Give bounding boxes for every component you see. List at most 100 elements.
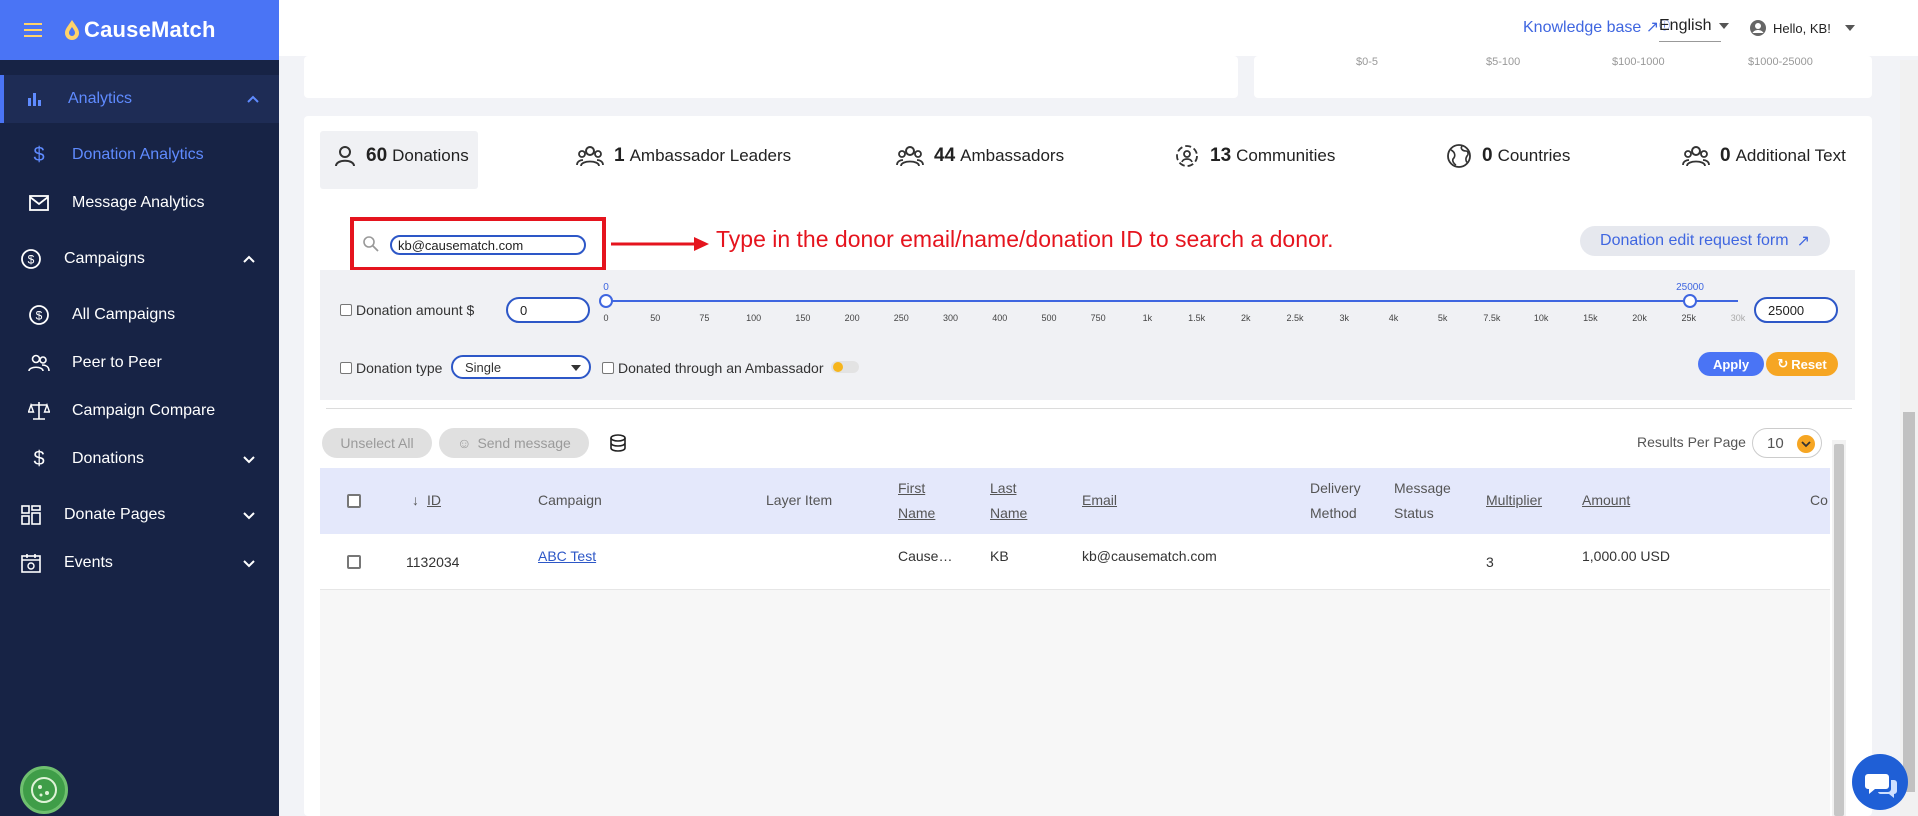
cell-id: 1132034 xyxy=(406,554,460,570)
row-checkbox[interactable] xyxy=(347,555,361,569)
stat-value: 60 xyxy=(366,145,388,166)
language-select[interactable]: English xyxy=(1659,17,1729,42)
header-label: Method xyxy=(1310,505,1357,521)
stat-countries[interactable]: 0 Countries xyxy=(1446,141,1570,171)
select-all-checkbox[interactable] xyxy=(347,494,361,508)
sidebar-item-label: Message Analytics xyxy=(72,194,205,211)
dollar-circle-icon: $ xyxy=(20,248,42,270)
slider-tick-label: 2.5k xyxy=(1286,313,1304,323)
stat-value: 13 xyxy=(1210,145,1232,166)
ambassador-toggle[interactable] xyxy=(831,361,859,373)
unselect-all-button[interactable]: Unselect All xyxy=(322,428,432,458)
grid-icon xyxy=(20,504,42,526)
send-message-button[interactable]: ☺ Send message xyxy=(439,428,589,458)
stat-donations[interactable]: 60 Donations xyxy=(334,141,469,171)
slider-tick-label: 5k xyxy=(1437,313,1448,323)
sidebar-item-donations[interactable]: $ Donations xyxy=(0,435,279,483)
filter-label: Donation type xyxy=(356,360,443,376)
header-label: Multiplier xyxy=(1486,492,1543,508)
results-per-page-select[interactable]: 10 xyxy=(1752,428,1822,458)
filter-area xyxy=(320,270,1855,400)
slider-tick-label: 0 xyxy=(603,313,609,323)
slider-tick-label: 20k xyxy=(1632,313,1647,323)
dollar-circle-icon: $ xyxy=(28,304,50,326)
stat-additional-text[interactable]: 0 Additional Text xyxy=(1682,141,1846,171)
donation-type-checkbox[interactable] xyxy=(340,362,352,374)
sidebar-item-campaigns[interactable]: $ Campaigns xyxy=(0,235,279,283)
cookie-settings-button[interactable] xyxy=(20,766,68,814)
database-icon[interactable] xyxy=(609,434,627,452)
page-scrollbar[interactable] xyxy=(1900,60,1918,816)
column-header-layer-item: Layer Item xyxy=(766,492,833,508)
stat-value: 0 xyxy=(1720,145,1731,166)
group-icon xyxy=(1682,146,1710,167)
ambassador-checkbox[interactable] xyxy=(602,362,614,374)
header-label: Name xyxy=(898,505,936,521)
chevron-down-icon xyxy=(243,560,255,568)
user-avatar-icon xyxy=(1750,20,1766,36)
slider-tick-label: 75 xyxy=(699,313,710,323)
donation-edit-request-button[interactable]: Donation edit request form ↗ xyxy=(1580,226,1830,256)
stat-label: Ambassador Leaders xyxy=(629,146,792,165)
slider-handle-max[interactable] xyxy=(1683,294,1697,308)
knowledge-base-link[interactable]: Knowledge base ↗ⓘ xyxy=(1523,17,1670,37)
donation-amount-checkbox[interactable] xyxy=(340,304,352,316)
slider-tick-label: 100 xyxy=(746,313,762,323)
table-scrollbar-thumb[interactable] xyxy=(1834,444,1844,816)
sidebar-item-events[interactable]: Events xyxy=(0,539,279,587)
chevron-up-icon xyxy=(243,255,255,263)
header-label: Amount xyxy=(1582,492,1631,508)
stat-label: Donations xyxy=(392,146,469,165)
range-label: $100-1000 xyxy=(1612,56,1665,68)
cell-multiplier: 3 xyxy=(1486,554,1494,570)
slider-tick-label: 25k xyxy=(1681,313,1697,323)
cell-campaign-link[interactable]: ABC Test xyxy=(538,548,596,564)
page-scrollbar-thumb[interactable] xyxy=(1903,412,1915,792)
slider-handle-min[interactable] xyxy=(599,294,613,308)
amount-max-input[interactable]: 25000 xyxy=(1754,297,1838,323)
sidebar-item-peer-to-peer[interactable]: Peer to Peer xyxy=(0,339,279,387)
sidebar-item-analytics[interactable]: Analytics xyxy=(0,75,279,123)
sidebar-item-donate-pages[interactable]: Donate Pages xyxy=(0,491,279,539)
ambassador-filter[interactable]: Donated through an Ambassador xyxy=(602,360,823,376)
stat-value: 44 xyxy=(934,145,956,166)
slider-tick-label: 200 xyxy=(844,313,860,323)
amount-min-input[interactable]: 0 xyxy=(506,297,590,323)
donation-amount-filter[interactable]: Donation amount $ xyxy=(340,302,474,318)
chat-button[interactable] xyxy=(1852,754,1908,810)
sidebar-item-campaign-compare[interactable]: Campaign Compare xyxy=(0,387,279,435)
stat-label: Ambassadors xyxy=(960,146,1065,165)
slider-tick-label: 150 xyxy=(795,313,811,323)
hamburger-menu-icon[interactable] xyxy=(24,23,42,37)
stat-label: Communities xyxy=(1236,146,1336,165)
column-header-amount[interactable]: Amount xyxy=(1582,488,1630,513)
stat-ambassador-leaders[interactable]: 1 Ambassador Leaders xyxy=(576,141,791,171)
refresh-icon: ↻ xyxy=(1777,356,1789,371)
dollar-icon: $ xyxy=(33,447,45,470)
column-header-multiplier[interactable]: Multiplier xyxy=(1486,488,1542,513)
sidebar-item-donation-analytics[interactable]: $ Donation Analytics xyxy=(0,131,279,179)
slider-tick-label: 15k xyxy=(1583,313,1598,323)
sidebar-item-label: Donate Pages xyxy=(64,506,166,523)
column-header-id[interactable]: ↓ ID xyxy=(412,488,441,513)
user-greeting: Hello, KB! xyxy=(1773,20,1831,36)
reset-button[interactable]: ↻ Reset xyxy=(1766,352,1838,376)
calendar-icon xyxy=(20,552,42,574)
search-input[interactable] xyxy=(390,235,586,255)
cookie-icon xyxy=(31,777,57,803)
donation-type-filter[interactable]: Donation type xyxy=(340,360,442,376)
stat-communities[interactable]: 13 Communities xyxy=(1174,141,1335,171)
column-header-last-name[interactable]: Last Name xyxy=(990,476,1027,526)
annotation-text: Type in the donor email/name/donation ID… xyxy=(716,226,1334,252)
stat-ambassadors[interactable]: 44 Ambassadors xyxy=(896,141,1064,171)
user-menu[interactable]: Hello, KB! xyxy=(1749,19,1855,37)
caret-down-icon xyxy=(571,365,581,371)
apply-button[interactable]: Apply xyxy=(1698,352,1764,376)
sidebar-item-all-campaigns[interactable]: $ All Campaigns xyxy=(0,291,279,339)
donation-type-select[interactable]: Single xyxy=(451,355,591,379)
sidebar-item-message-analytics[interactable]: Message Analytics xyxy=(0,179,279,227)
column-header-email[interactable]: Email xyxy=(1082,488,1117,513)
column-header-first-name[interactable]: First Name xyxy=(898,476,935,526)
amount-slider-track[interactable] xyxy=(606,300,1738,302)
chart-panel-left xyxy=(304,56,1238,98)
